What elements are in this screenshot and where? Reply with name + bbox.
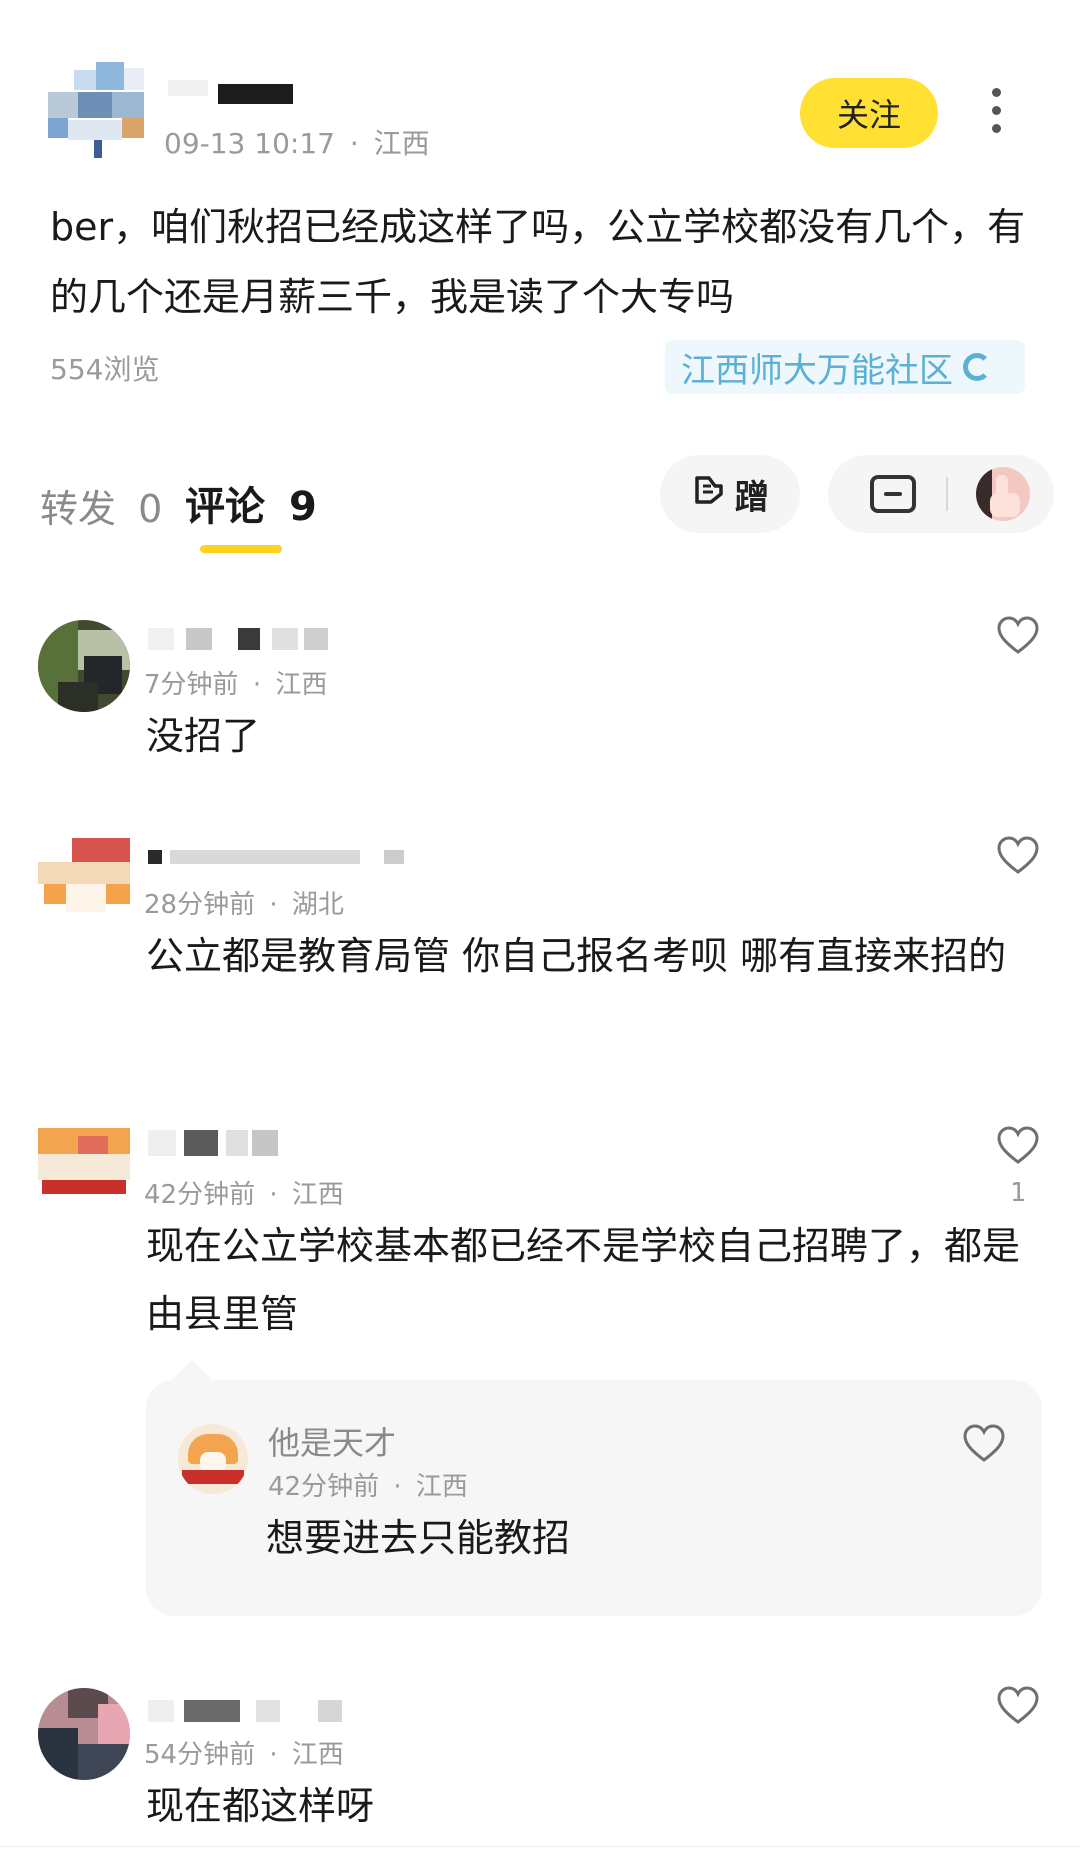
comment-meta: 7分钟前 · 江西 [144, 664, 327, 701]
comment-author-redacted[interactable] [148, 850, 418, 864]
ceng-label: 蹭 [735, 477, 769, 518]
bottom-divider [0, 1846, 1080, 1847]
post-timestamp: 09-13 10:17 [164, 127, 335, 160]
comment-icon[interactable] [870, 475, 916, 513]
comment-text: 现在都这样呀 [146, 1784, 375, 1828]
reply-location: 江西 [415, 1472, 468, 1502]
like-heart-icon[interactable] [996, 836, 1040, 876]
comment-avatar[interactable] [38, 620, 130, 712]
tab-comments[interactable]: 评论 9 [185, 474, 317, 532]
comment-meta: 28分钟前 · 湖北 [144, 884, 344, 921]
reply-author-name[interactable]: 他是天才 [268, 1418, 396, 1464]
like-heart-icon[interactable] [996, 1686, 1040, 1726]
comment-time: 42分钟前 [144, 1180, 256, 1210]
pill-divider [946, 477, 948, 511]
view-count: 554浏览 [50, 353, 160, 386]
comment-location: 江西 [291, 1180, 344, 1210]
hand-icon [691, 472, 727, 517]
comment-meta: 42分钟前 · 江西 [144, 1174, 344, 1211]
tab-forward-label: 转发 [40, 487, 117, 531]
comment-location: 江西 [275, 670, 328, 700]
like-count: 1 [1010, 1178, 1027, 1208]
like-heart-icon[interactable] [996, 616, 1040, 656]
reply-meta: 42分钟前 · 江西 [268, 1466, 468, 1503]
current-user-avatar[interactable] [976, 467, 1030, 521]
comment-text: 现在公立学校基本都已经不是学校自己招聘了，都是由县里管 [146, 1224, 1021, 1336]
comment-author-redacted[interactable] [148, 1130, 278, 1156]
post-author-name-blur [168, 80, 208, 96]
meta-separator: · [269, 1740, 278, 1770]
reply-time: 42分钟前 [268, 1472, 380, 1502]
tab-comments-label: 评论 [185, 484, 265, 530]
post-author-avatar[interactable] [48, 62, 144, 158]
like-heart-icon[interactable] [996, 1126, 1040, 1166]
action-pill [828, 455, 1054, 533]
post-location: 江西 [373, 127, 430, 160]
community-tag[interactable]: 江西师大万能社区 [665, 340, 1025, 394]
reply-tail [170, 1360, 214, 1382]
ceng-button[interactable]: 蹭 [660, 455, 800, 533]
comment-time: 54分钟前 [144, 1740, 256, 1770]
comment-avatar[interactable] [38, 1688, 130, 1780]
like-heart-icon[interactable] [962, 1424, 1006, 1464]
meta-separator: · [269, 1180, 278, 1210]
comment-avatar[interactable] [38, 838, 130, 930]
meta-separator: · [252, 670, 262, 700]
follow-button[interactable]: 关注 [800, 78, 938, 148]
tab-forward-count: 0 [138, 487, 163, 531]
meta-separator: · [349, 127, 359, 160]
post-meta: 09-13 10:17 · 江西 [164, 122, 430, 162]
comment-text: 公立都是教育局管 你自己报名考呗 哪有直接来招的 [146, 934, 1007, 978]
tab-forward[interactable]: 转发 0 [40, 478, 162, 533]
post-author-name-redacted[interactable] [218, 84, 293, 104]
meta-separator: · [393, 1472, 402, 1502]
comment-time: 28分钟前 [144, 890, 256, 920]
meta-separator: · [269, 890, 278, 920]
more-options-icon[interactable] [984, 86, 1010, 138]
community-name: 江西师大万能社区 [681, 350, 953, 391]
comment-location: 江西 [291, 1740, 344, 1770]
comment-author-redacted[interactable] [148, 1700, 348, 1722]
refresh-icon [963, 353, 991, 381]
comment-text: 没招了 [146, 714, 261, 758]
post-body: ber，咱们秋招已经成这样了吗，公立学校都没有几个，有的几个还是月薪三千，我是读… [50, 205, 1026, 319]
reply-text: 想要进去只能教招 [266, 1516, 571, 1560]
reply-author-avatar[interactable] [178, 1424, 248, 1494]
active-tab-indicator [200, 545, 282, 553]
tab-comments-count: 9 [288, 484, 317, 530]
comment-location: 湖北 [291, 890, 344, 920]
comment-author-redacted[interactable] [148, 628, 328, 650]
comment-meta: 54分钟前 · 江西 [144, 1734, 344, 1771]
comment-avatar[interactable] [38, 1128, 130, 1220]
comment-time: 7分钟前 [144, 670, 239, 700]
